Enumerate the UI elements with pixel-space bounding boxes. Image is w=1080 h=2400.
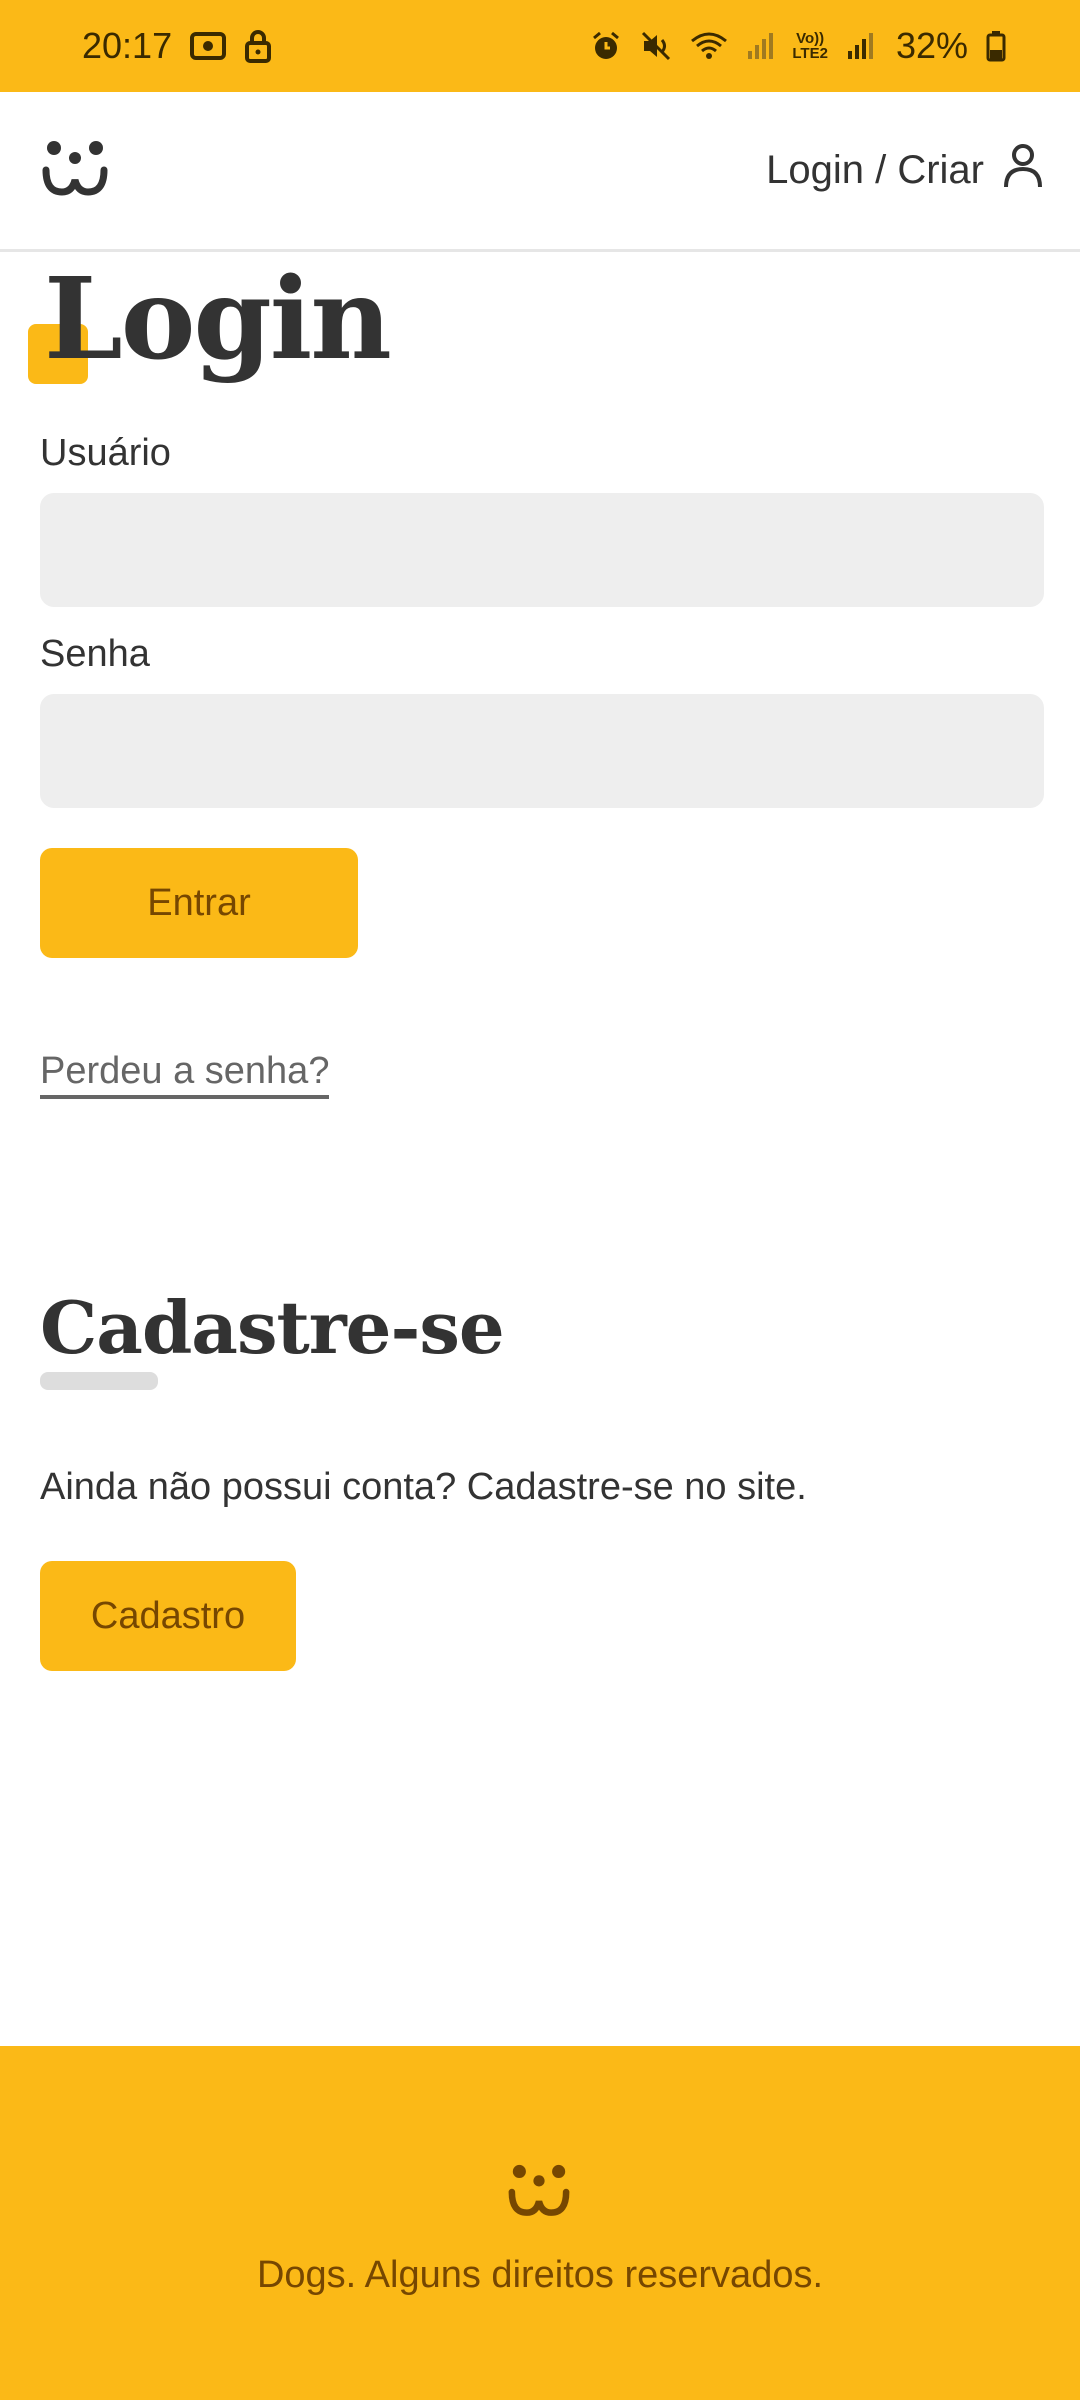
- username-label: Usuário: [40, 432, 171, 474]
- volte-icon: Vo)) LTE2: [792, 30, 828, 62]
- site-footer: Dogs. Alguns direitos reservados.: [0, 2046, 1080, 2400]
- login-create-label: Login / Criar: [766, 148, 984, 192]
- lock-icon: [244, 29, 272, 63]
- login-title-wrap: Login: [28, 252, 1044, 412]
- battery-percent: 32%: [895, 25, 968, 66]
- login-create-link[interactable]: Login / Criar: [766, 143, 1044, 199]
- signal-icon: [746, 31, 774, 61]
- status-right: Vo)) LTE2 32%: [590, 25, 1006, 67]
- screen-record-icon: [190, 31, 227, 61]
- register-title: Cadastre-se: [40, 1285, 505, 1370]
- main-content: Login Usuário Senha Entrar Perdeu a senh…: [28, 252, 1044, 1671]
- password-input[interactable]: [40, 694, 1044, 808]
- signal-icon: [846, 31, 874, 61]
- password-label: Senha: [40, 633, 150, 675]
- alarm-icon: [590, 30, 622, 62]
- password-field-group: Senha: [40, 633, 1044, 808]
- login-submit-button[interactable]: Entrar: [40, 848, 358, 958]
- username-input[interactable]: [40, 493, 1044, 607]
- dog-logo-icon: [504, 2164, 576, 2224]
- register-button[interactable]: Cadastro: [40, 1561, 296, 1671]
- register-title-underline: [40, 1372, 158, 1390]
- username-field-group: Usuário: [40, 432, 1044, 607]
- register-text: Ainda não possui conta? Cadastre-se no s…: [40, 1466, 807, 1508]
- login-form: Usuário Senha Entrar Perdeu a senha?: [40, 432, 1044, 1099]
- dog-logo-icon[interactable]: [40, 139, 112, 203]
- page-title: Login: [44, 254, 392, 385]
- status-time: 20:17: [82, 25, 173, 66]
- battery-icon: [986, 30, 1006, 62]
- status-bar: 20:17 Vo)) LTE2 32%: [0, 0, 1080, 92]
- lost-password-link[interactable]: Perdeu a senha?: [40, 1050, 330, 1099]
- mute-icon: [640, 30, 672, 62]
- footer-text: Dogs. Alguns direitos reservados.: [256, 2254, 824, 2296]
- wifi-icon: [690, 31, 728, 61]
- site-header: Login / Criar: [0, 92, 1080, 252]
- status-left: 20:17: [82, 25, 272, 67]
- register-section: Cadastre-se Ainda não possui conta? Cada…: [40, 1292, 1044, 1671]
- user-icon: [1002, 143, 1044, 199]
